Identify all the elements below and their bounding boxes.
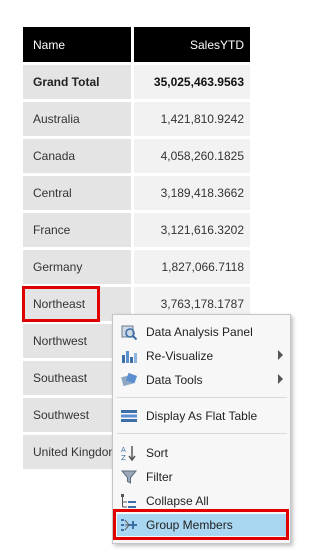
sort-icon: A Z bbox=[121, 446, 136, 462]
table-row: Australia 1,421,810.9242 bbox=[23, 102, 250, 136]
column-header-sales[interactable]: SalesYTD bbox=[134, 27, 250, 62]
menu-item-data-tools[interactable]: Data Tools bbox=[117, 369, 287, 391]
menu-item-data-analysis-panel[interactable]: Data Analysis Panel bbox=[117, 321, 287, 343]
table-row: Central 3,189,418.3662 bbox=[23, 176, 250, 210]
svg-text:A: A bbox=[121, 446, 126, 454]
menu-item-label: Display As Flat Table bbox=[146, 409, 258, 423]
menu-separator bbox=[117, 433, 287, 434]
menu-item-label: Filter bbox=[146, 470, 173, 484]
menu-item-label: Re-Visualize bbox=[146, 349, 214, 363]
row-sales-cell[interactable]: 4,058,260.1825 bbox=[134, 139, 250, 173]
row-sales-cell[interactable]: 1,421,810.9242 bbox=[134, 102, 250, 136]
menu-item-display-as-flat-table[interactable]: Display As Flat Table bbox=[117, 405, 287, 427]
table-row: France 3,121,616.3202 bbox=[23, 213, 250, 247]
menu-item-re-visualize[interactable]: Re-Visualize bbox=[117, 345, 287, 367]
menu-item-label: Collapse All bbox=[146, 494, 209, 508]
group-members-highlight-box bbox=[113, 509, 289, 540]
svg-text:Z: Z bbox=[121, 454, 126, 462]
menu-item-label: Data Analysis Panel bbox=[146, 325, 253, 339]
menu-item-label: Sort bbox=[146, 446, 169, 460]
tools-icon bbox=[121, 372, 138, 387]
filter-icon bbox=[120, 470, 138, 484]
row-sales-cell[interactable]: 1,827,066.7118 bbox=[134, 250, 250, 284]
row-name-cell[interactable]: Australia bbox=[23, 102, 131, 136]
row-sales-cell[interactable]: 3,121,616.3202 bbox=[134, 213, 250, 247]
flat-table-icon bbox=[121, 410, 137, 422]
northeast-highlight-box bbox=[22, 286, 100, 322]
row-sales-cell[interactable]: 3,189,418.3662 bbox=[134, 176, 250, 210]
row-name-cell[interactable]: Canada bbox=[23, 139, 131, 173]
table-row: Canada 4,058,260.1825 bbox=[23, 139, 250, 173]
menu-separator bbox=[117, 397, 287, 398]
grand-total-value[interactable]: 35,025,463.9563 bbox=[134, 65, 250, 99]
menu-item-sort[interactable]: A Z Sort bbox=[117, 442, 287, 464]
submenu-arrow-icon bbox=[278, 374, 283, 384]
collapse-icon bbox=[121, 494, 136, 508]
grand-total-row: Grand Total 35,025,463.9563 bbox=[23, 65, 250, 99]
row-name-cell[interactable]: Central bbox=[23, 176, 131, 210]
column-header-name[interactable]: Name bbox=[23, 27, 131, 62]
table-row: Germany 1,827,066.7118 bbox=[23, 250, 250, 284]
row-name-cell[interactable]: Germany bbox=[23, 250, 131, 284]
menu-item-filter[interactable]: Filter bbox=[117, 466, 287, 488]
grand-total-label[interactable]: Grand Total bbox=[23, 65, 131, 99]
data-analysis-icon bbox=[121, 325, 138, 341]
menu-item-label: Data Tools bbox=[146, 373, 203, 387]
header-row: Name SalesYTD bbox=[23, 27, 250, 62]
chart-icon bbox=[122, 351, 137, 363]
submenu-arrow-icon bbox=[278, 350, 283, 360]
row-name-cell[interactable]: France bbox=[23, 213, 131, 247]
